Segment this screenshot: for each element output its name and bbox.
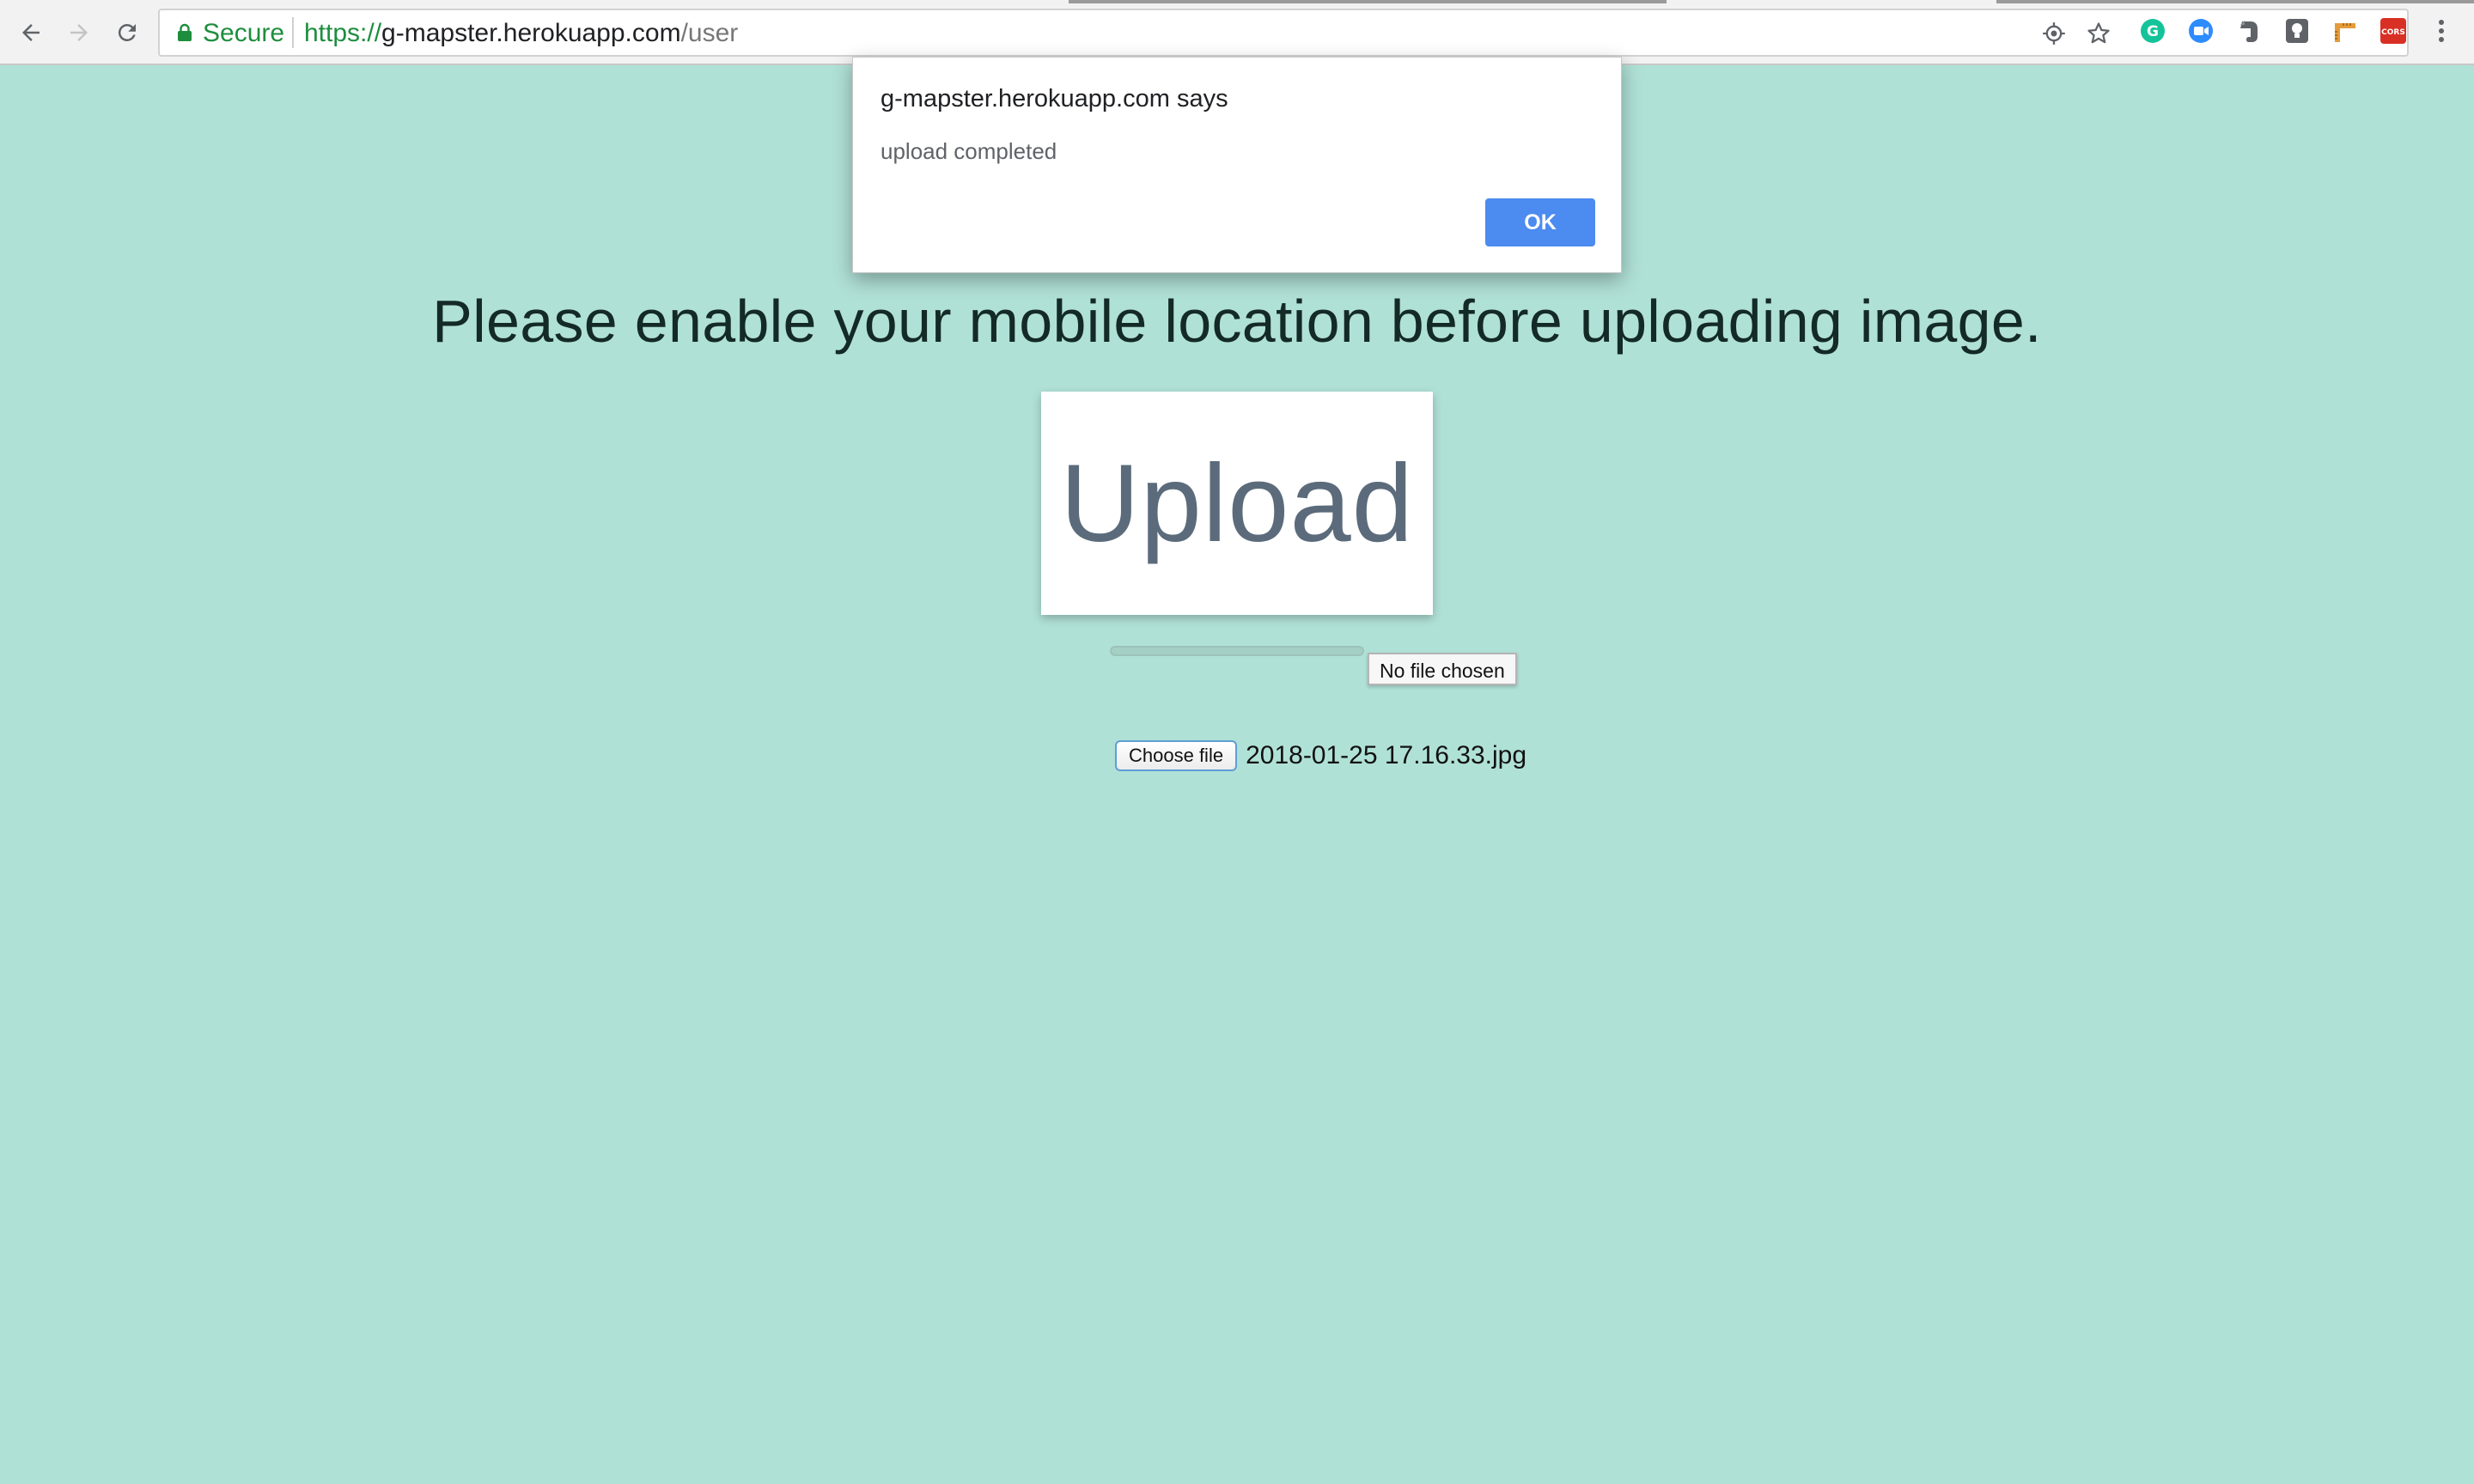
ruler-icon[interactable] <box>2331 17 2359 45</box>
selected-file-name: 2018-01-25 17.16.33.jpg <box>1246 741 1527 769</box>
upload-button[interactable]: Upload <box>1041 392 1433 615</box>
url-scheme: https:// <box>304 19 382 47</box>
dialog-message: upload completed <box>881 138 1057 164</box>
forward-icon[interactable] <box>64 17 94 48</box>
address-bar[interactable]: Secure https://g-mapster.herokuapp.com/u… <box>158 9 2409 57</box>
security-label: Secure <box>203 19 285 47</box>
separator <box>292 17 294 48</box>
menu-kebab-icon[interactable] <box>2428 17 2455 45</box>
svg-text:G: G <box>2147 23 2159 40</box>
file-input[interactable]: Choose file 2018-01-25 17.16.33.jpg <box>1115 739 1526 773</box>
lock-icon <box>177 23 192 46</box>
url-host: g-mapster.herokuapp.com <box>381 19 681 47</box>
ok-button[interactable]: OK <box>1485 198 1595 246</box>
lightbulb-icon[interactable] <box>2283 17 2311 45</box>
file-input-tooltip: No file chosen <box>1368 653 1517 685</box>
alert-dialog: g-mapster.herokuapp.com says upload comp… <box>852 57 1622 273</box>
upload-button-label: Upload <box>1060 441 1414 565</box>
evernote-icon[interactable] <box>2235 17 2263 45</box>
choose-file-button[interactable]: Choose file <box>1115 740 1238 771</box>
url-text[interactable]: https://g-mapster.herokuapp.com/user <box>304 19 738 48</box>
reload-icon[interactable] <box>112 17 143 48</box>
location-icon[interactable] <box>2039 19 2069 48</box>
url-path: /user <box>680 19 739 47</box>
tab-strip-edge <box>1069 0 1667 3</box>
back-icon[interactable] <box>15 17 46 48</box>
page-headline: Please enable your mobile location befor… <box>432 288 2042 355</box>
upload-progress-bar <box>1110 646 1364 656</box>
browser-toolbar: Secure https://g-mapster.herokuapp.com/u… <box>0 0 2474 65</box>
svg-text:CORS: CORS <box>2381 28 2405 37</box>
dialog-title: g-mapster.herokuapp.com says <box>881 85 1228 113</box>
bookmark-star-icon[interactable] <box>2084 19 2113 48</box>
cors-icon[interactable]: CORS <box>2380 17 2407 45</box>
tab-strip-edge <box>1996 0 2474 3</box>
grammarly-icon[interactable]: G <box>2139 17 2166 45</box>
zoom-icon[interactable] <box>2187 17 2215 45</box>
